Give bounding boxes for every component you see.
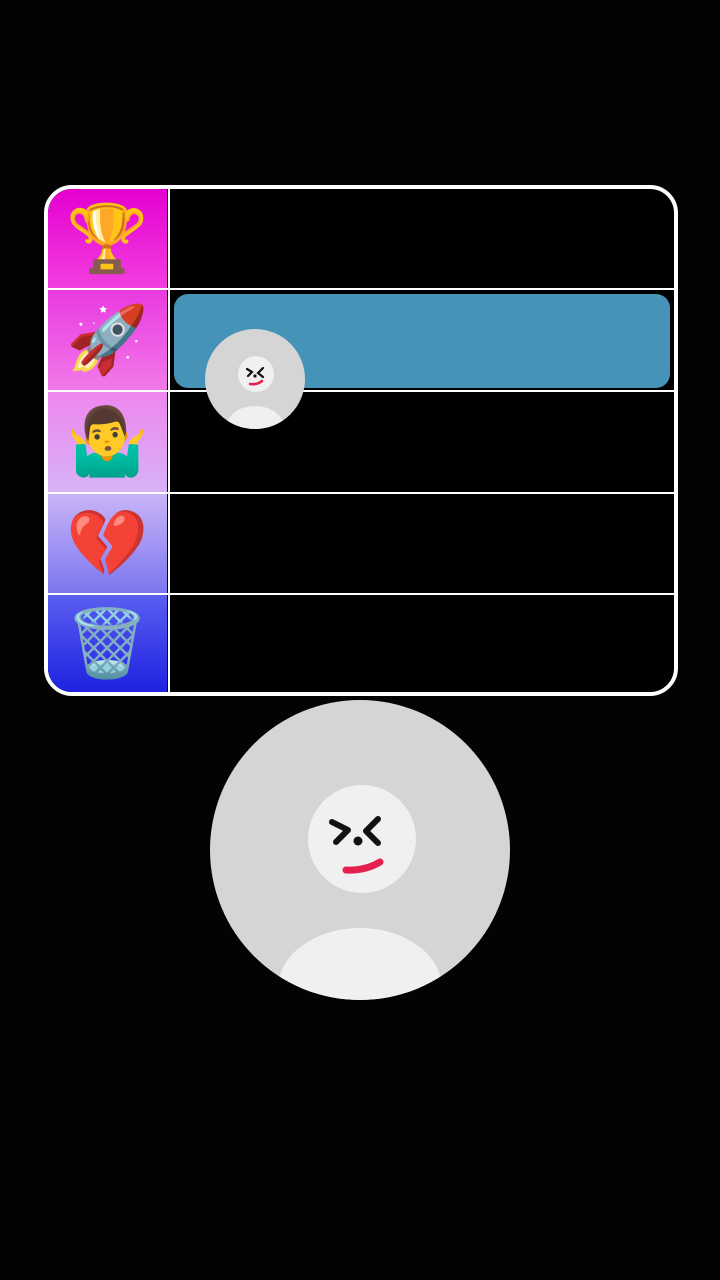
broken-heart-icon: 💔 xyxy=(66,505,149,582)
tier-label-1: 🏆 xyxy=(48,189,167,289)
dragging-avatar[interactable] xyxy=(205,329,305,429)
face-icon xyxy=(329,816,384,874)
tier-row-5: 🗑️ xyxy=(48,595,674,692)
shrug-icon: 🤷‍♂️ xyxy=(66,403,149,480)
tier-label-4: 💔 xyxy=(48,494,167,594)
tier-label-5: 🗑️ xyxy=(48,595,167,692)
current-item-avatar[interactable] xyxy=(210,700,510,1000)
rocket-icon: 🚀 xyxy=(66,301,149,378)
tier-row-2: 🚀 xyxy=(48,290,674,390)
tier-dropzone-5[interactable] xyxy=(170,595,674,692)
trophy-icon: 🏆 xyxy=(66,200,149,277)
tier-dropzone-1[interactable] xyxy=(170,189,674,289)
tier-row-4: 💔 xyxy=(48,494,674,594)
face-icon xyxy=(245,366,265,386)
trash-icon: 🗑️ xyxy=(66,604,149,682)
tier-label-2: 🚀 xyxy=(48,290,167,390)
tier-list-screen: 🏆 🚀 🤷‍♂️ 💔 xyxy=(0,0,720,1280)
tier-label-3: 🤷‍♂️ xyxy=(48,392,167,492)
tier-row-1: 🏆 xyxy=(48,189,674,289)
tier-row-3: 🤷‍♂️ xyxy=(48,392,674,492)
tier-dropzone-4[interactable] xyxy=(170,494,674,594)
tier-board: 🏆 🚀 🤷‍♂️ 💔 xyxy=(44,185,678,696)
label-column-divider xyxy=(168,189,170,692)
